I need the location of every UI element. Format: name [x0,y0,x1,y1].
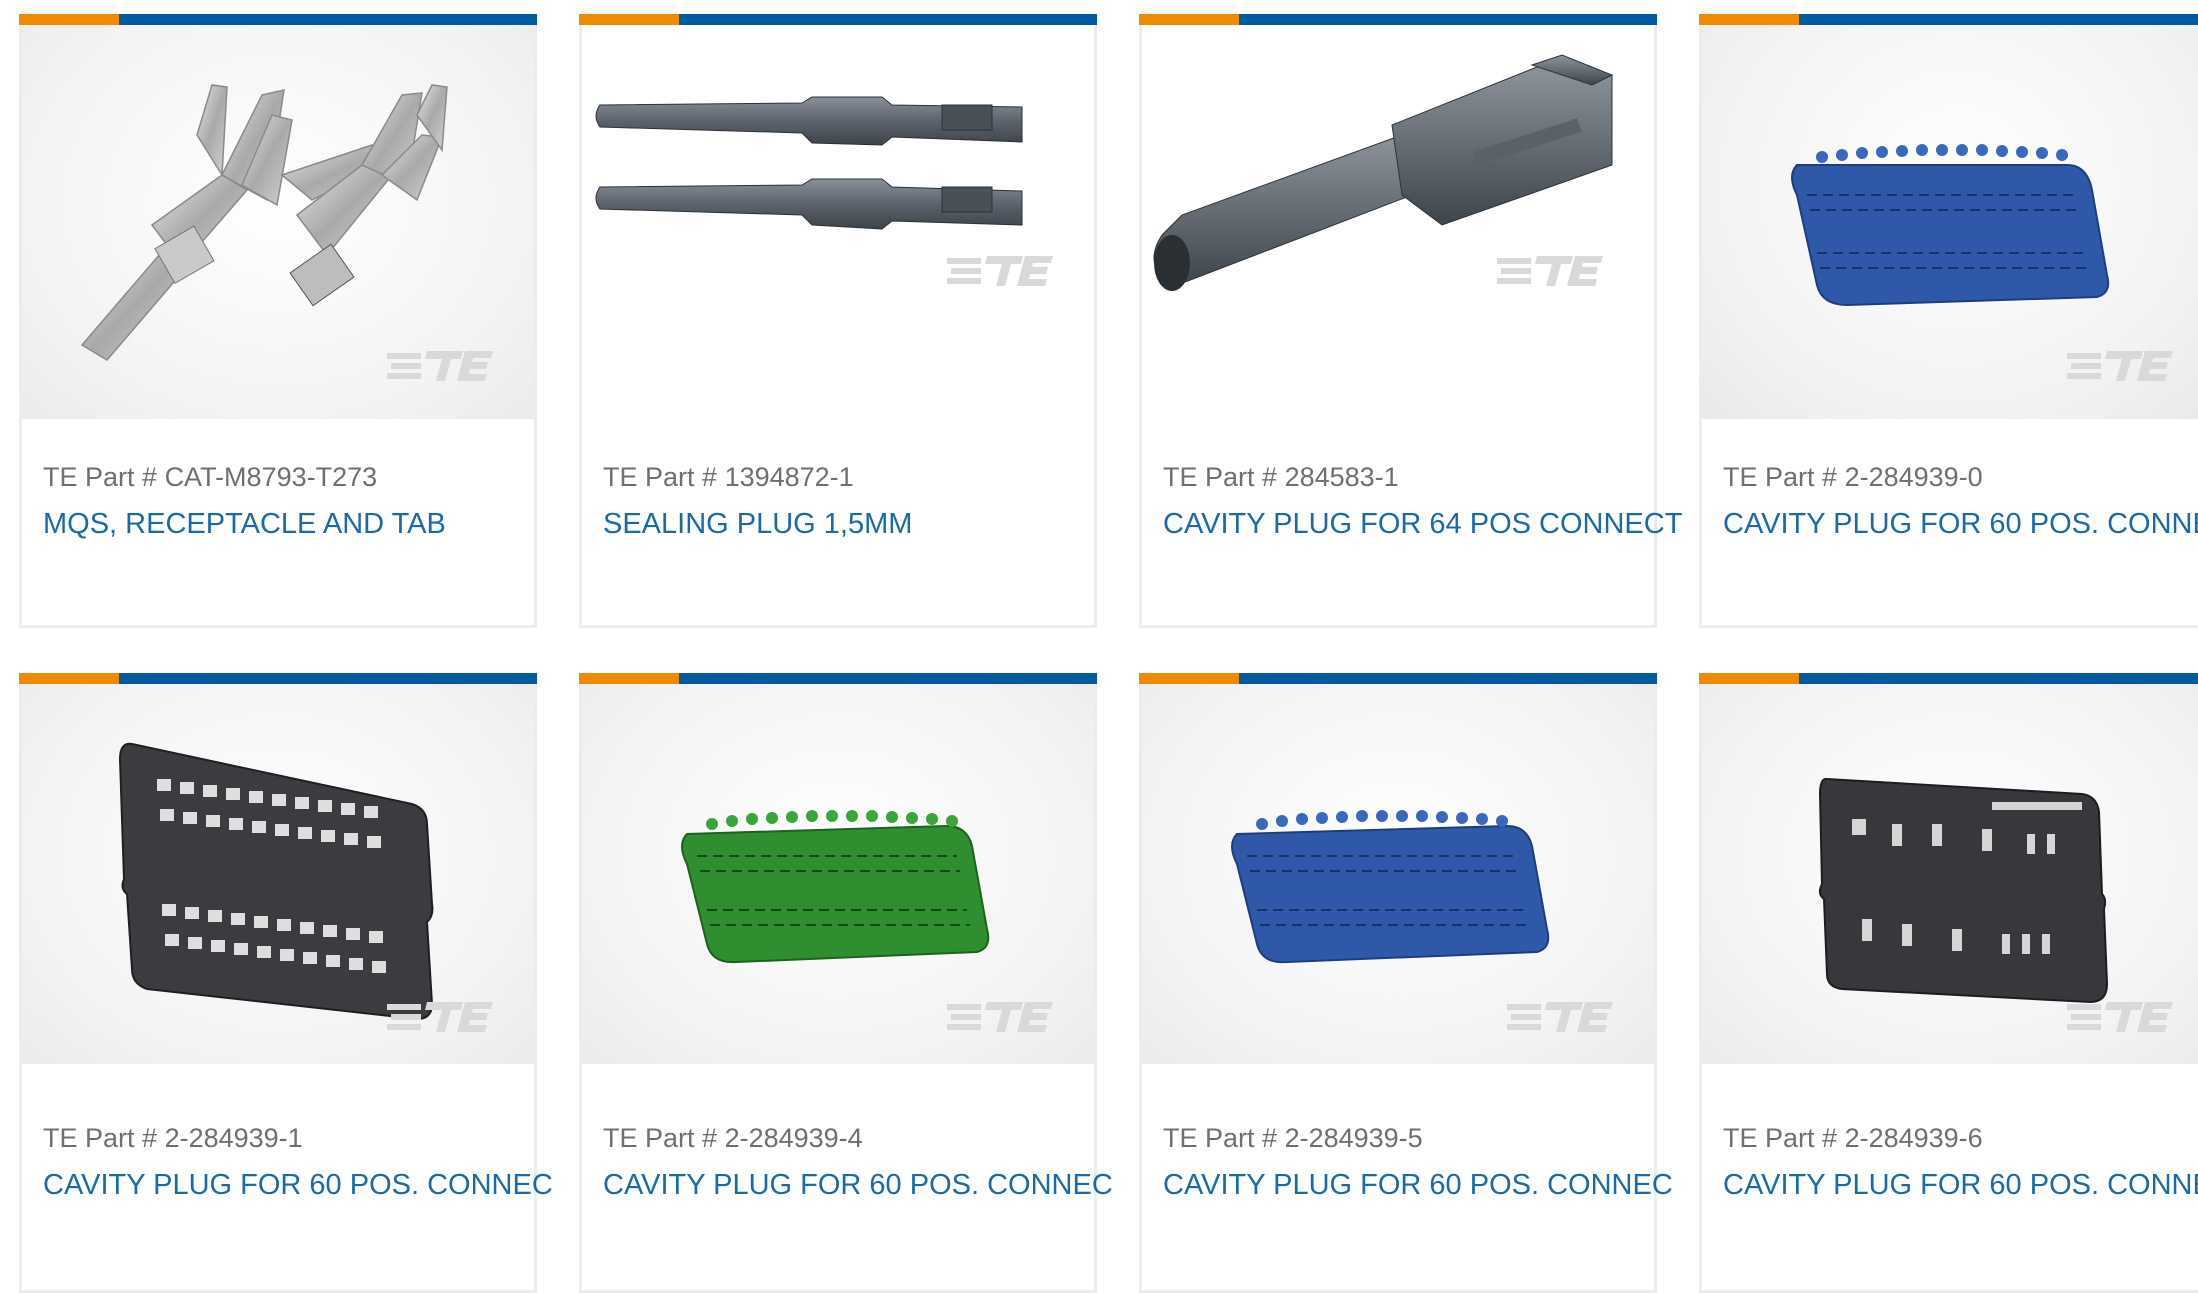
product-title-link[interactable]: CAVITY PLUG FOR 60 POS. CONNEC [603,1169,1113,1202]
product-image[interactable] [582,25,1094,419]
part-number: TE Part # 284583-1 [1163,462,1399,493]
te-logo-icon [2067,1002,2173,1032]
part-number: TE Part # 2-284939-0 [1723,462,1983,493]
product-title-link[interactable]: CAVITY PLUG FOR 64 POS CONNECT [1163,508,1682,541]
product-card[interactable]: TE Part # 2-284939-5 CAVITY PLUG FOR 60 … [1139,673,1673,1293]
te-logo-icon [1497,256,1603,286]
card-accent-bar [1139,673,1657,684]
part-number-value: 2-284939-0 [1844,462,1983,492]
product-image[interactable] [1702,25,2198,419]
part-number: TE Part # 2-284939-4 [603,1123,863,1154]
product-image[interactable] [1142,25,1654,419]
part-number-value: 2-284939-4 [724,1123,863,1153]
part-prefix: TE Part # [43,1123,158,1153]
te-logo-icon [387,1002,493,1032]
sealing-plug-pins-icon [595,96,1023,230]
part-number-value: 2-284939-5 [1284,1123,1423,1153]
part-prefix: TE Part # [603,1123,718,1153]
card-accent-bar [1699,14,2198,25]
product-title-link[interactable]: CAVITY PLUG FOR 60 POS. CONNEC [1723,508,2198,541]
product-grid: TE Part # CAT-M8793-T273 MQS, RECEPTACLE… [0,0,2198,1293]
product-title-link[interactable]: MQS, RECEPTACLE AND TAB [43,508,446,541]
part-prefix: TE Part # [1163,1123,1278,1153]
part-number-value: 2-284939-1 [164,1123,303,1153]
part-number-value: CAT-M8793-T273 [164,462,378,492]
part-prefix: TE Part # [1163,462,1278,492]
te-logo-icon [2067,351,2173,381]
product-card[interactable]: TE Part # 2-284939-0 CAVITY PLUG FOR 60 … [1699,14,2198,628]
product-image[interactable] [22,684,534,1064]
product-image[interactable] [22,25,534,419]
te-logo-icon [947,1002,1053,1032]
card-accent-bar [19,673,537,684]
card-accent-bar [1139,14,1657,25]
part-number-value: 284583-1 [1284,462,1399,492]
te-logo-icon [947,256,1053,286]
part-number-value: 2-284939-6 [1844,1123,1983,1153]
part-number: TE Part # 1394872-1 [603,462,854,493]
part-prefix: TE Part # [1723,1123,1838,1153]
product-card[interactable]: TE Part # CAT-M8793-T273 MQS, RECEPTACLE… [19,14,537,628]
te-logo-icon [1507,1002,1613,1032]
product-card[interactable]: TE Part # 2-284939-4 CAVITY PLUG FOR 60 … [579,673,1113,1293]
product-image[interactable] [1702,684,2198,1064]
product-title-link[interactable]: CAVITY PLUG FOR 60 POS. CONNEC [1163,1169,1673,1202]
card-accent-bar [19,14,537,25]
product-title-link[interactable]: CAVITY PLUG FOR 60 POS. CONNEC [43,1169,553,1202]
product-card[interactable]: TE Part # 284583-1 CAVITY PLUG FOR 64 PO… [1139,14,1682,628]
product-title-link[interactable]: SEALING PLUG 1,5MM [603,508,912,541]
card-accent-bar [579,673,1097,684]
card-accent-bar [579,14,1097,25]
part-number: TE Part # 2-284939-6 [1723,1123,1983,1154]
card-accent-bar [1699,673,2198,684]
part-prefix: TE Part # [43,462,158,492]
product-card[interactable]: TE Part # 1394872-1 SEALING PLUG 1,5MM [579,14,1097,628]
product-image[interactable] [1142,684,1654,1064]
part-prefix: TE Part # [603,462,718,492]
product-card[interactable]: TE Part # 2-284939-6 CAVITY PLUG FOR 60 … [1699,673,2198,1293]
product-card[interactable]: TE Part # 2-284939-1 CAVITY PLUG FOR 60 … [19,673,553,1293]
part-number: TE Part # CAT-M8793-T273 [43,462,377,493]
part-number: TE Part # 2-284939-1 [43,1123,303,1154]
product-image[interactable] [582,684,1094,1064]
part-prefix: TE Part # [1723,462,1838,492]
product-title-link[interactable]: CAVITY PLUG FOR 60 POS. CONNEC [1723,1169,2198,1202]
te-logo-icon [387,351,493,381]
part-number-value: 1394872-1 [724,462,854,492]
cavity-plug-pin-icon [1153,54,1614,291]
part-number: TE Part # 2-284939-5 [1163,1123,1423,1154]
